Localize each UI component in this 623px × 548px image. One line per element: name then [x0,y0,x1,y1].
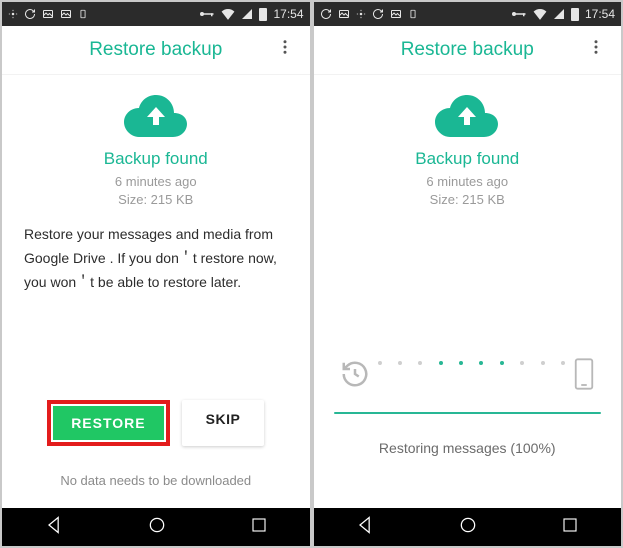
app-header: Restore backup [2,26,310,75]
progress-illustration [334,357,602,396]
clock-time: 17:54 [273,7,303,21]
app-title: Restore backup [348,39,588,61]
phone-screen-restore-prompt: 17:54 Restore backup Backup found 6 minu… [2,2,310,546]
status-bar: 17:54 [2,2,310,26]
status-bar: 17:54 [314,2,622,26]
device-icon [408,8,418,20]
nav-home-icon[interactable] [147,515,167,540]
backup-age: 6 minutes ago [115,174,197,189]
location-icon [356,9,366,19]
phone-screen-restoring: 17:54 Restore backup Backup found 6 minu… [314,2,622,546]
sync-icon-2 [372,8,384,20]
vpn-key-icon [511,9,527,19]
battery-icon [571,8,579,21]
restore-button-highlight: RESTORE [47,400,169,446]
phone-device-icon [573,357,595,396]
action-buttons: RESTORE SKIP [2,400,310,446]
backup-size: Size: 215 KB [118,192,193,207]
overflow-menu-button[interactable] [587,38,607,62]
backup-meta: 6 minutes ago Size: 215 KB [115,173,197,209]
location-icon [8,9,18,19]
overflow-menu-button[interactable] [276,38,296,62]
restore-prompt-text: Restore your messages and media from Goo… [2,209,310,294]
wifi-icon [221,8,235,20]
image-icon [42,8,54,20]
sync-icon [24,8,36,20]
nav-back-icon[interactable] [355,515,375,540]
history-clock-icon [340,359,370,394]
progress-label: Restoring messages (100%) [334,440,602,456]
nav-home-icon[interactable] [458,515,478,540]
nav-bar [2,508,310,546]
sync-icon [320,8,332,20]
backup-found-heading: Backup found [415,149,519,169]
signal-icon [553,8,565,20]
battery-icon [259,8,267,21]
image-icon-2 [390,8,402,20]
backup-age: 6 minutes ago [426,174,508,189]
wifi-icon [533,8,547,20]
progress-block: Restoring messages (100%) [334,357,602,456]
device-icon [78,8,88,20]
nav-back-icon[interactable] [44,515,64,540]
backup-found-heading: Backup found [104,149,208,169]
nav-bar [314,508,622,546]
nav-recent-icon[interactable] [561,516,579,539]
footer-note: No data needs to be downloaded [2,473,310,488]
cloud-upload-icon [435,93,499,139]
image-icon-2 [60,8,72,20]
progress-bar [334,412,602,414]
backup-size: Size: 215 KB [430,192,505,207]
backup-meta: 6 minutes ago Size: 215 KB [426,173,508,209]
clock-time: 17:54 [585,7,615,21]
image-icon [338,8,350,20]
cloud-upload-icon [124,93,188,139]
skip-button[interactable]: SKIP [182,400,265,446]
vpn-key-icon [199,9,215,19]
app-header: Restore backup [314,26,622,75]
signal-icon [241,8,253,20]
restore-button[interactable]: RESTORE [53,406,163,440]
app-title: Restore backup [36,39,276,61]
nav-recent-icon[interactable] [250,516,268,539]
